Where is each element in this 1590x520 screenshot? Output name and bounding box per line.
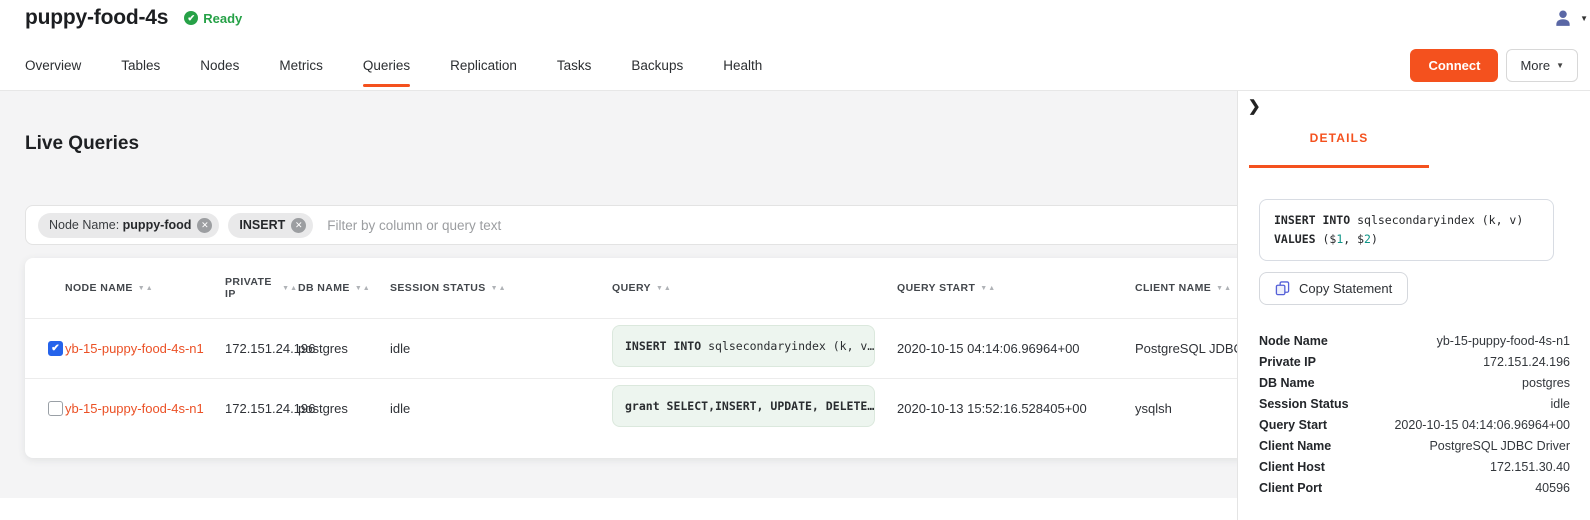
details-panel: ❯ DETAILS INSERT INTO sqlsecondaryindex … <box>1237 91 1590 520</box>
nav-bar: Overview Tables Nodes Metrics Queries Re… <box>0 40 1590 91</box>
session-status-cell: idle <box>390 341 612 356</box>
client-name-cell: PostgreSQL JDBC Driver <box>1135 341 1237 356</box>
col-client-name[interactable]: CLIENT NAME▼▲ <box>1135 282 1237 294</box>
field-node-name: Node Name yb-15-puppy-food-4s-n1 <box>1259 330 1570 351</box>
private-ip-cell: 172.151.24.196 <box>225 401 298 416</box>
col-db-name[interactable]: DB NAME▼▲ <box>298 282 390 294</box>
table-row[interactable]: yb-15-puppy-food-4s-n1 172.151.24.196 po… <box>25 378 1237 438</box>
tab-metrics[interactable]: Metrics <box>279 40 323 90</box>
chip-text: Node Name: puppy-food <box>49 218 191 232</box>
connect-button[interactable]: Connect <box>1410 49 1498 82</box>
col-private-ip[interactable]: PRIVATE IP▼▲ <box>225 276 298 300</box>
query-statement-pill[interactable]: grant SELECT,INSERT, UPDATE, DELETE… <box>612 385 875 427</box>
copy-icon <box>1275 281 1290 296</box>
sort-icon[interactable]: ▼▲ <box>355 285 371 292</box>
row-checkbox[interactable]: ✔ <box>48 341 63 356</box>
query-statement-pill[interactable]: INSERT INTO sqlsecondaryindex (k, v… <box>612 325 875 367</box>
field-session-status: Session Status idle <box>1259 393 1570 414</box>
tab-backups[interactable]: Backups <box>631 40 683 90</box>
sort-icon[interactable]: ▼▲ <box>282 285 298 292</box>
field-client-host: Client Host 172.151.30.40 <box>1259 456 1570 477</box>
details-fields: Node Name yb-15-puppy-food-4s-n1 Private… <box>1259 330 1570 498</box>
tab-details[interactable]: DETAILS <box>1249 131 1429 168</box>
field-client-port: Client Port 40596 <box>1259 477 1570 498</box>
filter-input-placeholder[interactable]: Filter by column or query text <box>327 218 501 233</box>
sort-icon[interactable]: ▼▲ <box>656 285 672 292</box>
db-name-cell: postgres <box>298 341 390 356</box>
tab-tables[interactable]: Tables <box>121 40 160 90</box>
tab-tasks[interactable]: Tasks <box>557 40 592 90</box>
top-bar: puppy-food-4s ✔ Ready ▼ <box>0 0 1590 40</box>
tab-nodes[interactable]: Nodes <box>200 40 239 90</box>
user-avatar-icon[interactable] <box>1553 8 1573 28</box>
filter-chip-node-name[interactable]: Node Name: puppy-food ✕ <box>38 213 219 238</box>
app-window: puppy-food-4s ✔ Ready ▼ Overview Tables … <box>0 0 1590 520</box>
user-caret-icon[interactable]: ▼ <box>1580 14 1588 23</box>
col-query-start[interactable]: QUERY START▼▲ <box>897 282 1135 294</box>
query-start-cell: 2020-10-15 04:14:06.96964+00 <box>897 341 1135 356</box>
client-name-cell: ysqlsh <box>1135 401 1237 416</box>
field-private-ip: Private IP 172.151.24.196 <box>1259 351 1570 372</box>
more-label: More <box>1520 58 1550 73</box>
tab-queries[interactable]: Queries <box>363 40 410 90</box>
nav-tabs: Overview Tables Nodes Metrics Queries Re… <box>25 40 762 90</box>
tab-replication[interactable]: Replication <box>450 40 517 90</box>
sql-line-1: INSERT INTO sqlsecondaryindex (k, v) <box>1274 211 1539 230</box>
field-query-start: Query Start 2020-10-15 04:14:06.96964+00 <box>1259 414 1570 435</box>
more-button[interactable]: More ▼ <box>1506 49 1578 82</box>
filter-bar[interactable]: Node Name: puppy-food ✕ INSERT ✕ Filter … <box>25 205 1237 245</box>
chevron-down-icon: ▼ <box>1556 61 1564 70</box>
page-title: Live Queries <box>25 133 139 155</box>
tab-overview[interactable]: Overview <box>25 40 81 90</box>
cluster-title: puppy-food-4s <box>25 6 168 30</box>
col-session-status[interactable]: SESSION STATUS▼▲ <box>390 282 612 294</box>
tab-health[interactable]: Health <box>723 40 762 90</box>
row-checkbox[interactable] <box>48 401 63 416</box>
node-name-link[interactable]: yb-15-puppy-food-4s-n1 <box>65 401 225 416</box>
field-db-name: DB Name postgres <box>1259 372 1570 393</box>
private-ip-cell: 172.151.24.196 <box>225 341 298 356</box>
table-row[interactable]: ✔ yb-15-puppy-food-4s-n1 172.151.24.196 … <box>25 318 1237 378</box>
sort-icon[interactable]: ▼▲ <box>491 285 507 292</box>
close-icon[interactable]: ✕ <box>197 218 212 233</box>
status-label: Ready <box>203 11 242 26</box>
filter-chip-insert[interactable]: INSERT ✕ <box>228 213 313 238</box>
sort-icon[interactable]: ▼▲ <box>1216 285 1232 292</box>
check-circle-icon: ✔ <box>184 11 198 25</box>
session-status-cell: idle <box>390 401 612 416</box>
sort-icon[interactable]: ▼▲ <box>138 285 154 292</box>
main-area: Live Queries Node Name: puppy-food ✕ INS… <box>0 91 1237 520</box>
col-node-name[interactable]: NODE NAME▼▲ <box>65 282 225 294</box>
col-query[interactable]: QUERY▼▲ <box>612 282 897 294</box>
close-icon[interactable]: ✕ <box>291 218 306 233</box>
sql-statement-box: INSERT INTO sqlsecondaryindex (k, v) VAL… <box>1259 199 1554 261</box>
sql-line-2: VALUES ($1, $2) <box>1274 230 1539 249</box>
node-name-link[interactable]: yb-15-puppy-food-4s-n1 <box>65 341 225 356</box>
collapse-panel-icon[interactable]: ❯ <box>1248 97 1261 115</box>
copy-statement-button[interactable]: Copy Statement <box>1259 272 1408 305</box>
sort-icon[interactable]: ▼▲ <box>980 285 996 292</box>
copy-label: Copy Statement <box>1299 281 1392 296</box>
status-badge: ✔ Ready <box>184 11 242 26</box>
table-header-row: NODE NAME▼▲ PRIVATE IP▼▲ DB NAME▼▲ SESSI… <box>25 258 1237 318</box>
field-client-name: Client Name PostgreSQL JDBC Driver <box>1259 435 1570 456</box>
chip-text: INSERT <box>239 218 285 232</box>
content-area: Live Queries Node Name: puppy-food ✕ INS… <box>0 91 1590 520</box>
user-menu[interactable]: ▼ <box>1553 8 1588 28</box>
db-name-cell: postgres <box>298 401 390 416</box>
query-start-cell: 2020-10-13 15:52:16.528405+00 <box>897 401 1135 416</box>
queries-table: NODE NAME▼▲ PRIVATE IP▼▲ DB NAME▼▲ SESSI… <box>25 258 1237 458</box>
